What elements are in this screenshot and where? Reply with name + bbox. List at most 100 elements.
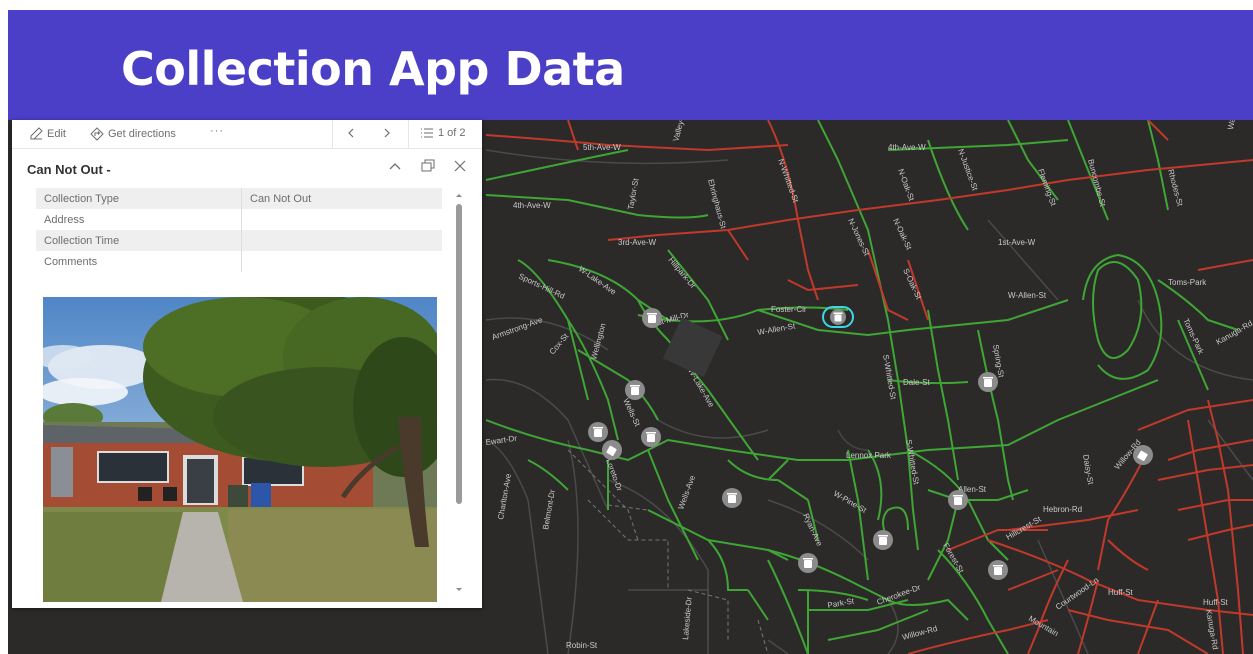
feature-photo <box>43 297 437 602</box>
trash-can-icon[interactable] <box>873 530 893 550</box>
close-button[interactable] <box>452 158 468 174</box>
street-label: Ryan-Ave <box>801 512 824 548</box>
street-label: S-Oak-St <box>901 267 923 301</box>
street-label: Mountain <box>1027 614 1060 638</box>
street-label: 4th-Ave-W <box>513 201 551 210</box>
slide-title: Collection App Data <box>121 42 625 96</box>
attribute-key: Comments <box>36 251 242 272</box>
street-label: Washington-St <box>1226 120 1244 130</box>
scrollbar-thumb[interactable] <box>456 204 462 504</box>
trash-can-icon[interactable] <box>722 488 742 508</box>
street-label: Valley-St <box>671 120 688 143</box>
street-label: Ehringhaus-St <box>706 178 728 230</box>
chevron-up-icon <box>389 163 401 170</box>
street-label: 1st-Ave-W <box>998 238 1036 247</box>
street-label: W-Allen-St <box>757 321 797 337</box>
scroll-down-icon[interactable] <box>453 584 465 594</box>
street-label: Kanuga-Rd <box>1204 609 1220 650</box>
street-label: Hebron-Rd <box>1043 505 1082 514</box>
dock-icon <box>421 159 435 172</box>
chevron-right-icon <box>384 128 390 138</box>
attribute-value <box>242 251 443 272</box>
chevron-left-icon <box>348 128 354 138</box>
toolbar-divider <box>332 120 333 148</box>
park-path <box>837 429 869 451</box>
street-label: Toms-Park <box>1168 278 1207 287</box>
slide-banner: Collection App Data <box>8 10 1253 120</box>
street-label: 4th-Ave-W <box>888 143 926 152</box>
street-label: Dale-St <box>903 378 930 387</box>
trash-can-icon[interactable] <box>988 560 1008 580</box>
street-label: N-Oak-St <box>891 217 914 252</box>
trash-can-icon[interactable] <box>978 372 998 392</box>
toolbar-divider <box>408 120 409 148</box>
scroll-up-icon[interactable] <box>453 190 465 200</box>
building-footprint <box>662 317 723 378</box>
street-label: Charlton-Ave <box>496 472 513 520</box>
trash-can-icon[interactable] <box>798 553 818 573</box>
street-label: Buncombe-St <box>1086 158 1107 208</box>
street-label: Fleming-St <box>1036 168 1058 208</box>
close-icon <box>454 160 466 172</box>
feature-popup: Edit Get directions ··· 1 of 2 Can Not O… <box>12 120 482 608</box>
street-label: Hillcrest-St <box>1005 514 1044 542</box>
street-label: Kanuga-Rd <box>1215 319 1253 347</box>
list-icon <box>421 128 433 138</box>
attribute-key: Collection Time <box>36 230 242 251</box>
directions-label: Get directions <box>108 128 176 140</box>
table-row: Comments <box>36 251 442 272</box>
street-label: 3rd-Ave-W <box>618 238 657 247</box>
house-photo-image <box>43 297 437 602</box>
street-label: W-Pine-St <box>832 489 869 515</box>
popup-scrollbar[interactable] <box>453 186 465 600</box>
selected-marker-trash-icon[interactable] <box>822 306 854 328</box>
trash-can-icon[interactable] <box>642 308 662 328</box>
dock-button[interactable] <box>420 158 436 174</box>
edit-label: Edit <box>47 127 66 140</box>
next-feature-button[interactable] <box>382 126 392 140</box>
table-row: Address <box>36 209 442 230</box>
street-label: Huff-St <box>1108 588 1134 597</box>
street-label: Lakeside-Dr <box>681 596 694 640</box>
street-label: Wellington <box>589 322 607 360</box>
edit-button[interactable]: Edit <box>30 127 66 140</box>
street-label: Wells-St <box>621 397 642 428</box>
popup-toolbar: Edit Get directions ··· 1 of 2 <box>12 120 482 149</box>
previous-feature-button[interactable] <box>346 126 356 140</box>
trash-can-icon[interactable] <box>588 422 608 442</box>
get-directions-button[interactable]: Get directions <box>90 127 176 141</box>
street-label: Belmont-Dr <box>541 489 557 531</box>
street-label: N-Whitted-St <box>776 158 800 205</box>
roads-collected <box>485 120 1239 654</box>
street-label: Hillpark-Dr <box>666 256 697 291</box>
street-label: Robin-St <box>566 641 598 650</box>
table-row: Collection Type Can Not Out <box>36 188 442 209</box>
street-label: Wells-Ave <box>676 474 697 511</box>
trash-can-icon[interactable] <box>948 490 968 510</box>
more-options-button[interactable]: ··· <box>210 125 224 137</box>
trash-can-icon[interactable] <box>641 427 661 447</box>
attribute-key: Address <box>36 209 242 230</box>
collapse-button[interactable] <box>387 158 403 174</box>
gray-roads <box>485 149 1253 654</box>
attribute-value <box>241 230 442 251</box>
street-label: N-Oak-St <box>896 168 916 203</box>
street-label: Lennox Park <box>846 451 892 460</box>
street-label: Sports-Hill-Rd <box>517 272 566 301</box>
street-label: Daisy-St <box>1081 454 1095 486</box>
street-label: Taylor-St <box>626 177 640 210</box>
tipped-trash-can-icon[interactable] <box>602 440 622 460</box>
dashed-trails <box>567 449 769 654</box>
street-label: Park-St <box>827 596 856 610</box>
attribute-value: Can Not Out <box>241 188 442 209</box>
table-row: Collection Time <box>36 230 442 251</box>
attribute-key: Collection Type <box>36 188 242 209</box>
feature-list-button[interactable]: 1 of 2 <box>420 127 466 139</box>
more-options-label: ··· <box>210 125 224 137</box>
tipped-trash-can-icon[interactable] <box>1133 445 1153 465</box>
pencil-icon <box>30 127 43 140</box>
street-label: Huff-St <box>1203 598 1229 607</box>
trash-can-icon[interactable] <box>625 380 645 400</box>
street-label: Cox-St <box>548 331 571 356</box>
street-label: N-Justice-St <box>956 148 980 193</box>
